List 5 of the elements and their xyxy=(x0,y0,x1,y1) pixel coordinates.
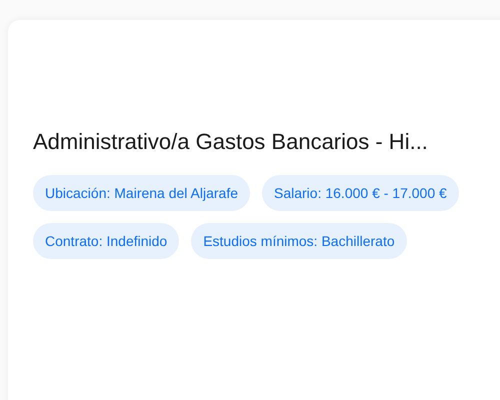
job-tag: Contrato: Indefinido xyxy=(33,223,180,259)
job-title: Administrativo/a Gastos Bancarios - Hi... xyxy=(33,128,428,156)
job-tag: Salario: 16.000 € - 17.000 € xyxy=(262,175,459,211)
job-tag: Ubicación: Mairena del Aljarafe xyxy=(33,175,250,211)
job-tag: Estudios mínimos: Bachillerato xyxy=(191,223,407,259)
